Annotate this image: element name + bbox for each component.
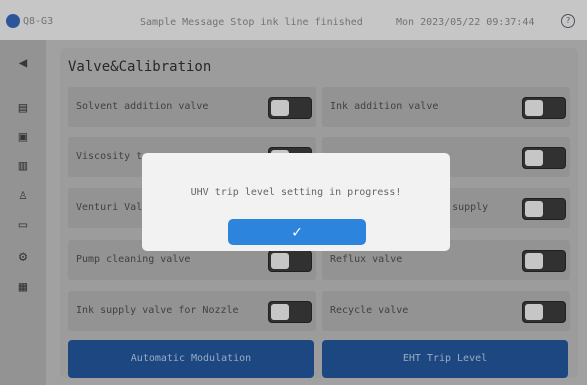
confirm-button[interactable]: ✓	[228, 219, 366, 245]
check-icon: ✓	[292, 222, 302, 241]
progress-dialog: UHV trip level setting in progress! ✓	[142, 153, 450, 251]
dialog-message: UHV trip level setting in progress!	[190, 187, 402, 198]
